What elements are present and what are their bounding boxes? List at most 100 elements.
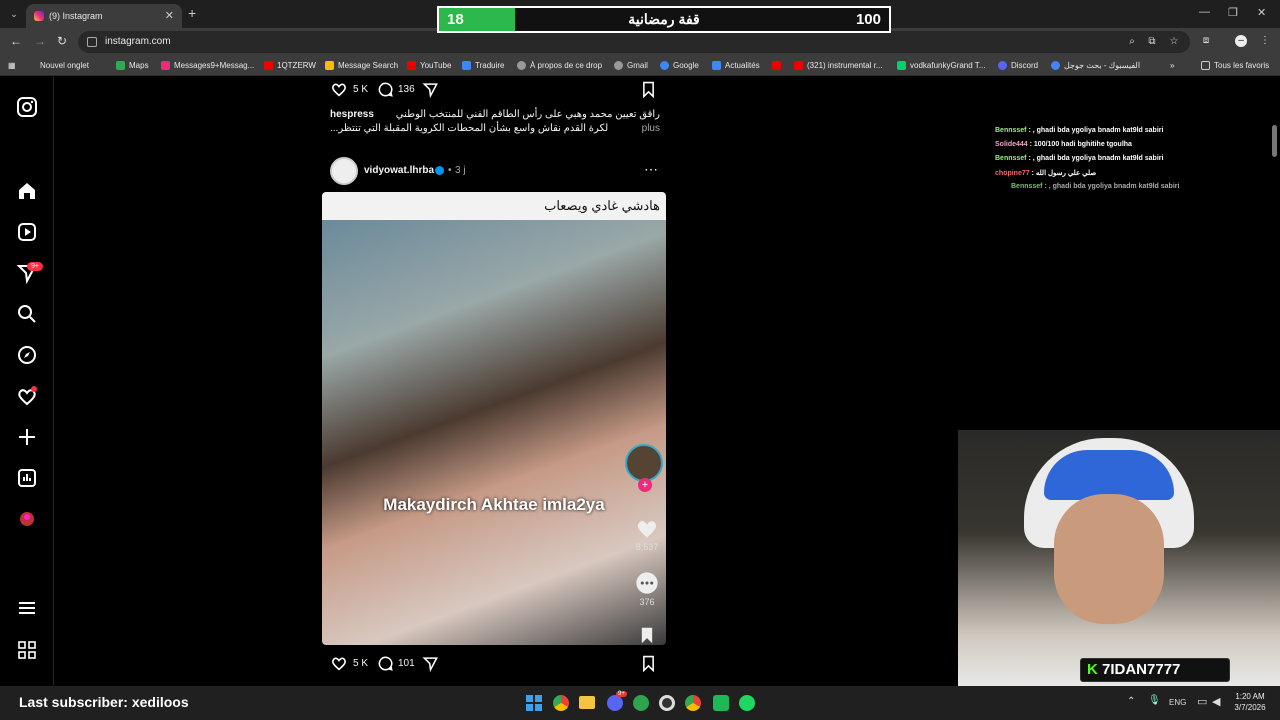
explore-icon[interactable] — [16, 344, 38, 366]
reel-like-icon[interactable] — [634, 516, 660, 540]
share-icon[interactable] — [422, 81, 439, 98]
bookmark-item[interactable]: الفيسبوك - بحث جوجل — [1051, 61, 1140, 70]
follow-plus-icon[interactable]: + — [638, 478, 652, 492]
reel-like-count: 8,537 — [635, 542, 659, 552]
minimize-icon[interactable]: — — [1199, 6, 1210, 18]
tab-instagram[interactable]: (9) Instagram ✕ — [26, 4, 182, 28]
display-icon[interactable]: ▭ — [1197, 695, 1207, 708]
zoom-icon[interactable]: ⌕ — [1126, 36, 1138, 48]
volume-icon[interactable]: ◀ — [1212, 695, 1220, 708]
bookmark-star-icon[interactable]: ☆ — [1168, 36, 1180, 48]
share-icon[interactable] — [422, 655, 439, 672]
comment-icon[interactable] — [377, 81, 394, 98]
search-icon[interactable] — [16, 303, 38, 325]
bookmark-item[interactable]: Google — [660, 61, 699, 70]
bookmark-item[interactable]: Nouvel onglet — [40, 61, 89, 70]
more-link[interactable]: plus — [642, 122, 660, 136]
goal-current: 18 — [447, 11, 464, 28]
forward-icon[interactable]: → — [34, 34, 46, 48]
bookmark-item[interactable]: Gmail — [614, 61, 648, 70]
bookmark-item[interactable]: Messages9+Messag... — [161, 61, 254, 70]
home-icon[interactable] — [16, 180, 38, 202]
chrome-icon[interactable] — [553, 695, 569, 711]
obs-icon[interactable] — [659, 695, 675, 711]
tray-expand-icon[interactable]: ⌃ — [1127, 696, 1135, 707]
reel-photo — [322, 220, 666, 645]
restore-icon[interactable]: ❐ — [1228, 6, 1238, 19]
clock[interactable]: 1:20 AM 3/7/2026 — [1230, 691, 1270, 713]
more-bookmarks-icon[interactable]: » — [1170, 61, 1174, 70]
spotify-icon[interactable] — [739, 695, 755, 711]
chat-text: : , ghadi bda ygoliya bnadm kat9ld sabir… — [1044, 183, 1180, 190]
discord-icon[interactable] — [607, 695, 623, 711]
comment-count: 136 — [398, 84, 415, 95]
reel-avatar[interactable] — [625, 444, 663, 482]
bookmark-item[interactable]: YouTube — [407, 61, 451, 70]
all-bookmarks-folder[interactable]: Tous les favoris — [1201, 61, 1269, 70]
reels-icon[interactable] — [16, 221, 38, 243]
file-explorer-icon[interactable] — [579, 696, 595, 709]
heart-icon[interactable] — [16, 385, 38, 407]
apps-icon[interactable]: ▦ — [8, 61, 16, 70]
kick-app-icon[interactable] — [713, 695, 729, 711]
cast-icon[interactable]: ⧉ — [1146, 36, 1158, 48]
more-options-icon[interactable]: ⋯ — [644, 161, 658, 178]
bookmark-item[interactable]: 1QTZERW — [264, 61, 316, 70]
bookmark-item[interactable]: Actualités — [712, 61, 760, 70]
language-indicator[interactable]: ENG — [1169, 698, 1186, 707]
chat-text: : , ghadi bda ygoliya bnadm kat9ld sabir… — [1028, 155, 1164, 162]
comment-icon[interactable] — [377, 655, 394, 672]
chat-message: Solide444 : 100/100 hadi bghitihe tgoulh… — [995, 141, 1132, 148]
profile-avatar[interactable]: – — [1235, 35, 1247, 47]
post2-author[interactable]: vidyowat.lhrba — [364, 165, 434, 176]
reload-icon[interactable]: ↻ — [57, 34, 67, 48]
mic-icon[interactable]: 🎙 — [1148, 695, 1161, 706]
utorrent-icon[interactable] — [633, 695, 649, 711]
extensions-icon[interactable]: ⧈ — [1200, 35, 1212, 47]
save-icon[interactable] — [641, 81, 656, 98]
more-menu-icon[interactable] — [16, 597, 38, 619]
save-icon[interactable] — [641, 655, 656, 672]
close-tab-icon[interactable]: ✕ — [165, 9, 174, 22]
discord-badge: 9+ — [616, 691, 627, 697]
kick-icon — [897, 61, 906, 70]
chrome-active-icon[interactable] — [685, 695, 701, 711]
like-icon[interactable] — [330, 655, 348, 671]
new-tab-button[interactable]: + — [188, 5, 196, 21]
bookmark-item[interactable] — [772, 61, 785, 70]
bookmark-item[interactable]: Discord — [998, 61, 1038, 70]
like-icon[interactable] — [330, 81, 348, 97]
create-icon[interactable] — [16, 426, 38, 448]
post1-author[interactable]: hespress — [330, 108, 374, 122]
post1-caption: hespress راقق تعيين محمد وهبي على رأس ال… — [330, 108, 660, 136]
bookmark-item[interactable]: vodkafunkyGrand T... — [897, 61, 985, 70]
post2-media[interactable]: هادشي غادي ويصعاب Makaydirch Akhtae imla… — [322, 192, 666, 645]
bookmark-item[interactable]: (321) instrumental r... — [794, 61, 883, 70]
bookmark-item[interactable]: Traduire — [462, 61, 505, 70]
youtube-icon — [794, 61, 803, 70]
scrollbar-thumb[interactable] — [1272, 125, 1277, 157]
reel-comment-icon[interactable] — [634, 570, 660, 596]
bookmark-item[interactable]: Message Search — [325, 61, 398, 70]
start-icon[interactable] — [525, 694, 543, 712]
author-avatar[interactable] — [330, 157, 358, 185]
also-from-meta-icon[interactable] — [16, 639, 38, 661]
instagram-logo-icon[interactable] — [16, 96, 38, 118]
tab-title: (9) Instagram — [49, 11, 103, 21]
bookmark-item[interactable]: À propos de ce drop — [517, 61, 602, 70]
tab-list-button[interactable]: ⌄ — [6, 6, 22, 22]
reel-save-icon[interactable] — [638, 626, 656, 645]
close-window-icon[interactable]: ✕ — [1257, 6, 1266, 19]
dashboard-icon[interactable] — [16, 467, 38, 489]
face — [1054, 494, 1164, 624]
bookmark-item[interactable]: Maps — [116, 61, 149, 70]
back-icon[interactable]: ← — [10, 34, 22, 48]
folder-icon — [1201, 61, 1210, 70]
instagram-sidebar: 9+ — [0, 77, 54, 685]
url-field[interactable]: instagram.com ⌕ ⧉ ☆ — [78, 31, 1190, 53]
streamer-name: 7IDAN7777 — [1102, 661, 1181, 678]
profile-avatar-icon[interactable] — [16, 508, 38, 530]
menu-icon[interactable]: ⋮ — [1259, 35, 1271, 47]
like-count: 5 K — [353, 84, 369, 95]
site-info-icon[interactable] — [87, 37, 97, 47]
